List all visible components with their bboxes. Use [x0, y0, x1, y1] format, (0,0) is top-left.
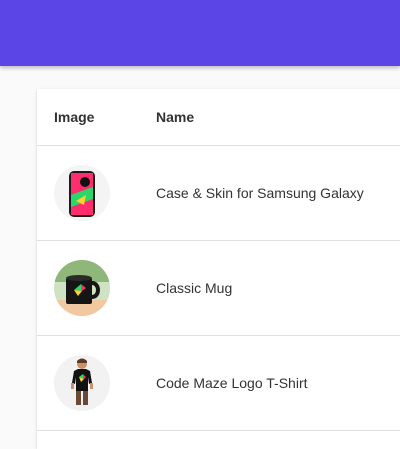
products-table: Image Name Case & Skin for Samsung Galax… [37, 89, 400, 449]
phone-case-icon [54, 165, 110, 221]
column-header-image: Image [54, 109, 95, 125]
app-toolbar [0, 0, 400, 66]
product-name: Case & Skin for Samsung Galaxy [156, 185, 364, 201]
mug-icon [54, 260, 110, 316]
product-name: Code Maze Logo T-Shirt [156, 375, 308, 391]
table-header-row: Image Name [37, 89, 400, 146]
column-header-name: Name [156, 109, 195, 125]
table-row[interactable]: Code Maze Logo T-Shirt [37, 336, 400, 431]
table-row[interactable]: Case & Skin for Samsung Galaxy [37, 146, 400, 241]
product-name: Classic Mug [156, 280, 233, 296]
table-row[interactable]: Classic Mug [37, 241, 400, 336]
tshirt-icon [54, 355, 110, 411]
